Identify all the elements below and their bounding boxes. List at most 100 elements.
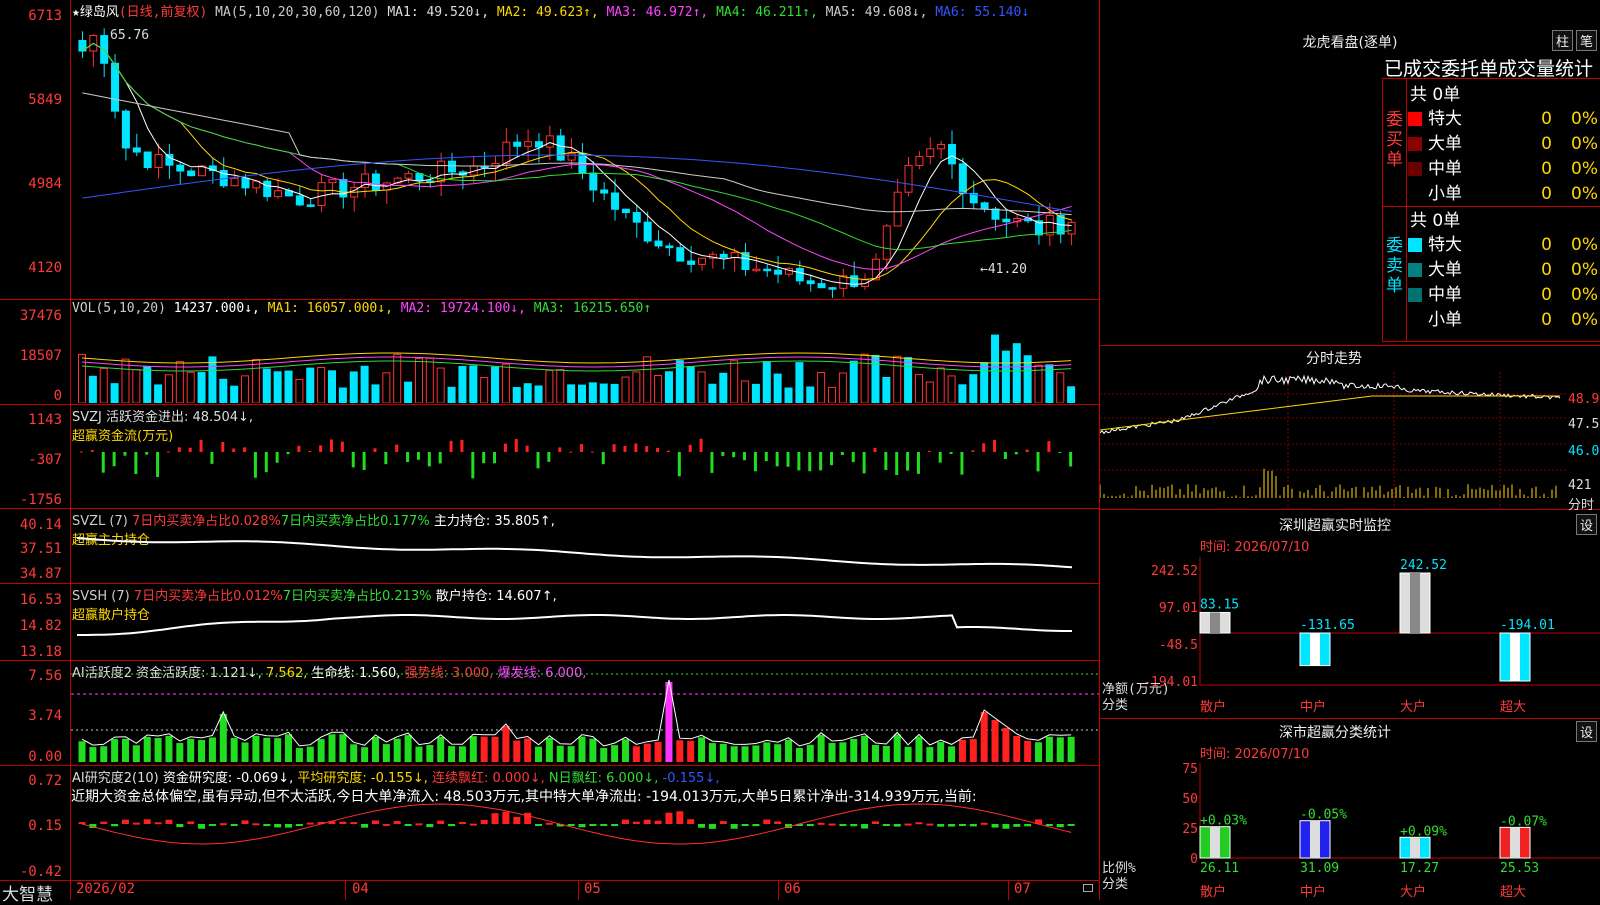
activity-bar bbox=[437, 736, 445, 762]
intraday-chart[interactable] bbox=[1100, 372, 1568, 510]
szcy-chart[interactable]: 242.52 97.01 -48.5 -194.01 83.15 散户 -131.65 中户 2… bbox=[1100, 555, 1600, 720]
candle-body bbox=[534, 141, 543, 148]
order-pct: 0% bbox=[1571, 235, 1598, 255]
svzj-axis-label: 1143 bbox=[28, 412, 62, 428]
research-bar bbox=[480, 820, 488, 824]
ai2-axis-label: 0.72 bbox=[28, 773, 62, 789]
main-chart-area[interactable]: ★绿岛风(日线,前复权) MA(5,10,20,30,60,120) MA1: … bbox=[0, 0, 1100, 905]
volume-bar bbox=[262, 368, 271, 403]
buy-row: 中单 0 0% bbox=[1408, 154, 1600, 179]
category-name: 特大 bbox=[1428, 109, 1462, 129]
unit-label: 分类 bbox=[1102, 877, 1128, 892]
activity-bar bbox=[78, 741, 86, 762]
flow-bar bbox=[123, 452, 127, 456]
panel-separator bbox=[0, 660, 1100, 661]
research-bar bbox=[274, 824, 282, 828]
candle-body bbox=[926, 148, 935, 158]
research-bar bbox=[404, 824, 412, 826]
candle-body bbox=[589, 172, 598, 191]
candle-body bbox=[306, 204, 315, 207]
intraday-axis-label: 46.06 bbox=[1568, 444, 1600, 459]
research-bar bbox=[415, 823, 423, 826]
flow-bar bbox=[601, 452, 605, 465]
szcy-title: 深圳超赢实时监控 bbox=[1279, 518, 1391, 534]
svsh-chart[interactable] bbox=[71, 605, 1099, 659]
panel-separator bbox=[0, 508, 1100, 509]
activity-bar bbox=[480, 736, 488, 762]
research-bar bbox=[752, 824, 760, 827]
net-bar-highlight bbox=[1510, 633, 1520, 681]
candle-body bbox=[611, 192, 620, 210]
volume-bar bbox=[1056, 372, 1065, 403]
activity-bar bbox=[643, 743, 651, 762]
category-label: 中户 bbox=[1300, 699, 1326, 715]
flow-bar bbox=[873, 447, 877, 452]
panel-separator bbox=[0, 299, 1100, 300]
ai1-chart[interactable] bbox=[71, 662, 1099, 764]
kline-chart[interactable] bbox=[71, 14, 1099, 298]
ratio-bar-highlight bbox=[1510, 827, 1520, 858]
volume-bar bbox=[969, 374, 978, 403]
lhkp-subtitle: 已成交委托单成交量统计 bbox=[1384, 58, 1594, 80]
volume-bar bbox=[773, 373, 782, 403]
szfl-settings-button[interactable]: 设 bbox=[1576, 721, 1598, 742]
flow-bar bbox=[503, 443, 507, 452]
date-axis[interactable] bbox=[0, 880, 1100, 901]
flow-bar bbox=[786, 452, 790, 467]
research-bar bbox=[1002, 824, 1010, 829]
date-label: 06 bbox=[784, 881, 801, 897]
axis-label: 0 bbox=[1190, 852, 1198, 867]
activity-bar bbox=[719, 743, 727, 762]
bar-mode-button[interactable]: 柱 bbox=[1552, 30, 1574, 51]
candle-body bbox=[241, 177, 250, 189]
category-swatch bbox=[1408, 162, 1422, 176]
volume-bar bbox=[175, 361, 184, 403]
research-bar bbox=[198, 824, 206, 829]
szfl-chart[interactable]: 75 50 25 0 +0.03% 26.11 散户 -0.05% 31.09 中户 +0.09% 1… bbox=[1100, 758, 1600, 900]
szcy-settings-button[interactable]: 设 bbox=[1576, 514, 1598, 535]
activity-bar bbox=[611, 745, 619, 762]
volume-chart[interactable] bbox=[71, 318, 1099, 403]
candle-body bbox=[556, 135, 565, 161]
candle-body bbox=[893, 191, 902, 227]
activity-bar bbox=[774, 744, 782, 762]
buy-row: 大单 0 0% bbox=[1408, 129, 1600, 154]
research-bar bbox=[545, 822, 553, 825]
sell-label: 委卖单 bbox=[1386, 236, 1403, 296]
flow-bar bbox=[949, 452, 953, 454]
svzj-chart[interactable] bbox=[71, 420, 1099, 505]
sell-row: 小单 0 0% bbox=[1408, 305, 1600, 330]
candle-body bbox=[513, 141, 522, 147]
vol-axis-label: 37476 bbox=[19, 308, 62, 324]
activity-bar bbox=[176, 743, 184, 762]
flow-bar bbox=[732, 452, 736, 458]
flow-bar bbox=[851, 452, 855, 463]
research-bar bbox=[708, 824, 716, 829]
intraday-axis-label: 47.50 bbox=[1568, 417, 1600, 432]
research-bar bbox=[643, 819, 651, 824]
net-value-label: 242.52 bbox=[1400, 558, 1447, 573]
activity-bar bbox=[328, 734, 336, 762]
activity-bar bbox=[361, 747, 369, 762]
volume-bar bbox=[795, 362, 804, 403]
date-label: 04 bbox=[352, 881, 369, 897]
lock-icon[interactable] bbox=[1083, 884, 1093, 892]
order-count: 0 bbox=[1541, 310, 1552, 330]
volume-bar bbox=[110, 383, 119, 403]
research-bar bbox=[176, 824, 184, 828]
order-count: 0 bbox=[1541, 184, 1552, 204]
flow-bar bbox=[830, 452, 833, 466]
volume-bar bbox=[447, 386, 456, 403]
ai2-chart[interactable] bbox=[71, 800, 1099, 878]
activity-bar bbox=[263, 737, 271, 762]
activity-bar bbox=[806, 744, 814, 762]
svzl-chart[interactable] bbox=[71, 530, 1099, 582]
research-bar bbox=[632, 821, 640, 824]
activity-bar bbox=[187, 738, 195, 762]
flow-bar bbox=[471, 452, 475, 479]
tick-mode-button[interactable]: 笔 bbox=[1576, 30, 1598, 51]
buy-total: 共 0单 bbox=[1410, 85, 1461, 105]
brand-label[interactable]: 大智慧 bbox=[2, 880, 53, 905]
research-bar bbox=[132, 822, 140, 825]
flow-bar bbox=[362, 452, 366, 470]
